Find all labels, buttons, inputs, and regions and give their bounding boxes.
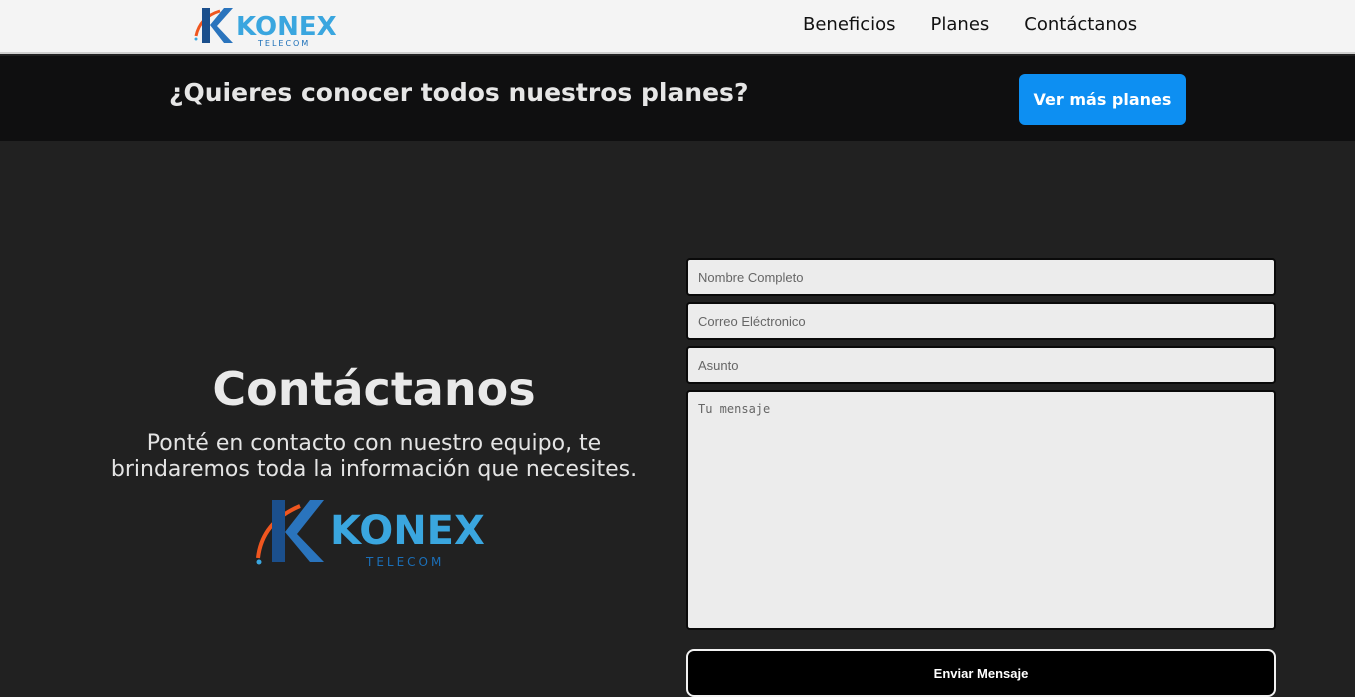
message-field[interactable] <box>686 390 1276 630</box>
nav-contactanos[interactable]: Contáctanos <box>1024 14 1137 35</box>
nav-beneficios[interactable]: Beneficios <box>803 14 896 35</box>
svg-text:KONEX: KONEX <box>236 12 337 42</box>
send-message-button[interactable]: Enviar Mensaje <box>686 649 1276 697</box>
contact-subtitle: Ponté en contacto con nuestro equipo, te… <box>110 431 638 482</box>
promo-text: ¿Quieres conocer todos nuestros planes? <box>169 78 749 107</box>
contact-title: Contáctanos <box>212 362 536 416</box>
svg-text:TELECOM: TELECOM <box>257 39 310 48</box>
site-header: KONEX TELECOM Beneficios Planes Contácta… <box>0 0 1355 54</box>
subject-field[interactable] <box>686 346 1276 384</box>
see-more-plans-button[interactable]: Ver más planes <box>1019 74 1186 125</box>
plans-promo-bar: ¿Quieres conocer todos nuestros planes? … <box>0 56 1355 141</box>
konex-logo[interactable]: KONEX TELECOM <box>190 3 340 49</box>
svg-text:KONEX: KONEX <box>330 508 485 554</box>
main-nav: Beneficios Planes Contáctanos <box>803 14 1137 35</box>
konex-logo-large: KONEX TELECOM <box>256 500 485 569</box>
name-field[interactable] <box>686 258 1276 296</box>
email-field[interactable] <box>686 302 1276 340</box>
svg-text:TELECOM: TELECOM <box>365 555 444 569</box>
nav-planes[interactable]: Planes <box>931 14 990 35</box>
